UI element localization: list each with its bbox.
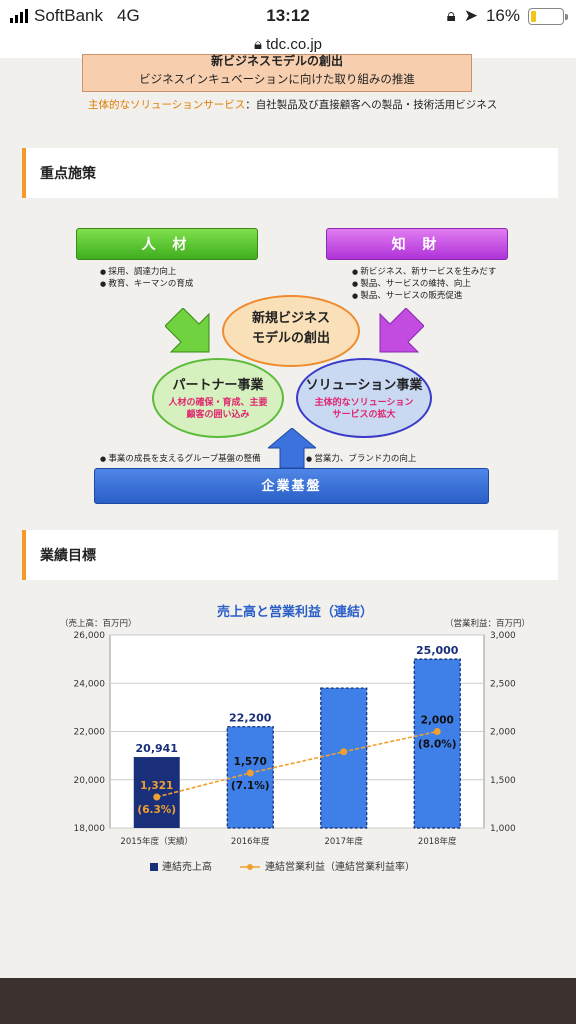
solution-title: ソリューション事業	[305, 378, 423, 393]
base-note-left: 事業の成長を支えるグループ基盤の整備	[100, 452, 260, 464]
y2-tick-label: 1,500	[490, 776, 516, 786]
y2-tick-label: 1,000	[490, 824, 516, 834]
section-focus-title: 重点施策	[40, 166, 96, 182]
partner-line-1: 人材の確保・育成、主要	[168, 398, 268, 408]
y-tick-label: 18,000	[74, 824, 106, 834]
sales-bar-label: 20,941	[136, 742, 178, 755]
profit-point	[246, 769, 254, 777]
section-targets-title: 業績目標	[40, 548, 96, 564]
y-tick-label: 20,000	[74, 776, 106, 786]
sales-bar-label: 22,200	[229, 712, 272, 725]
profit-point	[340, 748, 348, 756]
rotation-lock-icon: 🔒︎	[446, 6, 456, 25]
solution-line-2: サービスの拡大	[332, 410, 396, 420]
y-tick-label: 24,000	[74, 679, 106, 689]
legend-swatch-sales	[150, 863, 158, 871]
profit-point	[153, 793, 161, 801]
legend-swatch-profit-dot	[247, 864, 253, 870]
profit-label: 2,000	[421, 715, 454, 727]
sales-bar-label: 25,000	[416, 644, 459, 657]
location-icon: ➤	[463, 6, 478, 25]
ip-bullet: 製品、サービスの販売促進	[352, 290, 496, 302]
hr-pill: 人 材	[76, 228, 258, 260]
y-axis-label: （売上高：百万円）	[60, 618, 137, 629]
y2-tick-label: 2,000	[490, 728, 516, 738]
x-tick-label: 2017年度	[324, 836, 363, 847]
x-tick-label: 2016年度	[231, 836, 270, 847]
new-business-circle: 新規ビジネス モデルの創出	[222, 295, 360, 367]
new-business-subtitle: ビジネスインキュベーションに向けた取り組みの推進	[139, 72, 415, 86]
profit-rate-label: (8.0%)	[418, 739, 457, 751]
solution-service-label: 主体的なソリューションサービス	[88, 99, 246, 111]
legend-label-profit: 連結営業利益（連結営業利益率）	[265, 860, 415, 873]
y2-axis-label: （営業利益：百万円）	[445, 618, 530, 629]
base-note-right: 営業力、ブランド力の向上	[306, 452, 416, 464]
solution-line-1: 主体的なソリューション	[314, 398, 414, 408]
partner-business-circle: パートナー事業 人材の確保・育成、主要 顧客の囲い込み	[152, 358, 284, 438]
sales-bar	[133, 757, 180, 828]
ip-pill: 知 財	[326, 228, 508, 260]
center-line-1: 新規ビジネス	[251, 311, 330, 326]
footer	[0, 978, 576, 1024]
x-tick-label: 2018年度	[418, 836, 457, 847]
ip-bullet: 新ビジネス、新サービスを生みだす	[352, 266, 496, 278]
new-business-title: 新ビジネスモデルの創出	[210, 54, 343, 68]
ip-bullets: 新ビジネス、新サービスを生みだす 製品、サービスの維持、向上 製品、サービスの販…	[352, 266, 496, 302]
hr-bullet: 採用、調達力向上	[100, 266, 193, 278]
new-business-box: 新ビジネスモデルの創出 ビジネスインキュベーションに向けた取り組みの推進	[82, 54, 472, 92]
profit-label: 1,570	[234, 756, 267, 768]
partner-title: パートナー事業	[172, 378, 264, 393]
url-text: tdc.co.jp	[266, 36, 323, 53]
hr-bullets: 採用、調達力向上 教育、キーマンの育成	[100, 266, 193, 290]
y-tick-label: 26,000	[74, 631, 106, 641]
y-tick-label: 22,000	[74, 728, 106, 738]
solution-business-circle: ソリューション事業 主体的なソリューション サービスの拡大	[296, 358, 432, 438]
solution-service-text: ：自社製品及び直接顧客への製品・技術活用ビジネス	[245, 99, 498, 111]
ip-bullet: 製品、サービスの維持、向上	[352, 278, 496, 290]
partner-line-2: 顧客の囲い込み	[186, 410, 250, 420]
section-focus-measures: 重点施策	[22, 148, 558, 198]
profit-rate-label: (7.1%)	[231, 780, 270, 792]
battery-icon	[528, 7, 568, 25]
sales-profit-chart: 売上高と営業利益（連結） （売上高：百万円） （営業利益：百万円） 18,000 20,…	[60, 600, 530, 890]
center-line-2: モデルの創出	[251, 331, 330, 346]
status-bar: SoftBank 4G 13:12 🔒︎ ➤ 16%	[0, 0, 576, 32]
sales-bar	[320, 687, 368, 829]
y2-tick-label: 2,500	[490, 679, 516, 689]
profit-rate-label: (6.3%)	[137, 804, 176, 816]
purple-arrow-icon	[379, 308, 424, 353]
profit-point	[433, 728, 441, 735]
battery-percent: 16%	[485, 6, 520, 25]
green-arrow-icon	[165, 308, 210, 353]
profit-label: 1,321	[140, 780, 173, 792]
hr-bullet: 教育、キーマンの育成	[100, 278, 193, 290]
legend-label-sales: 連結売上高	[162, 860, 212, 873]
status-right: 🔒︎ ➤ 16%	[446, 6, 568, 26]
chart-title: 売上高と営業利益（連結）	[217, 604, 373, 620]
lock-icon: 🔒︎	[253, 36, 262, 53]
corporate-base-bar: 企業基盤	[94, 468, 489, 504]
section-performance-targets: 業績目標	[22, 530, 558, 580]
chart-svg: 売上高と営業利益（連結） （売上高：百万円） （営業利益：百万円） 18,000 20,…	[60, 604, 530, 873]
solution-service-line: 主体的なソリューションサービス：自社製品及び直接顧客への製品・技術活用ビジネス	[88, 97, 497, 112]
x-tick-label: 2015年度（実績）	[120, 836, 193, 847]
y2-tick-label: 3,000	[490, 631, 516, 641]
